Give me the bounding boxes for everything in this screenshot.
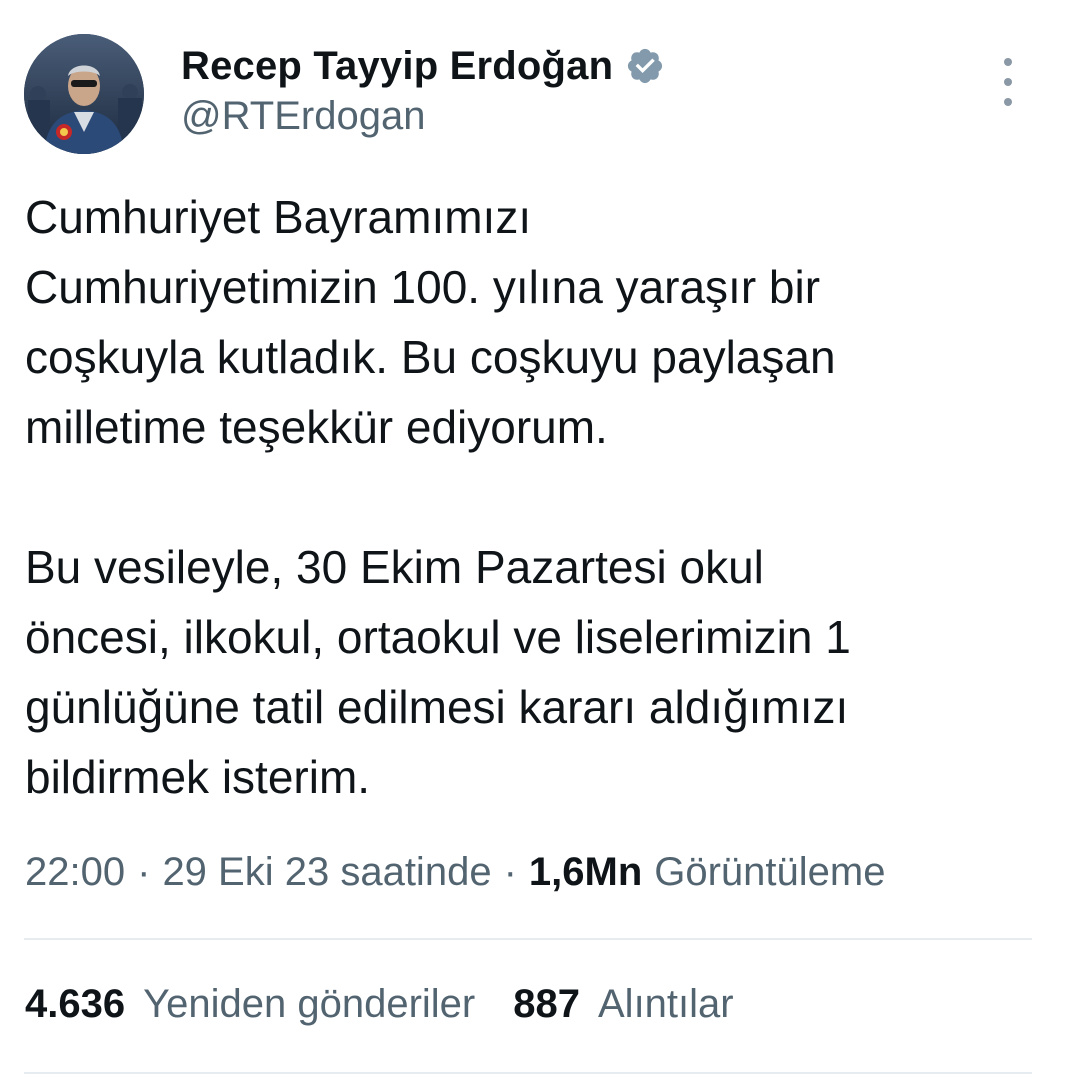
- divider: [24, 1072, 1032, 1074]
- tweet-line: Cumhuriyetimizin 100. yılına yaraşır bir: [25, 261, 821, 313]
- author-name-row: Recep Tayyip Erdoğan: [181, 38, 665, 94]
- tweet-time[interactable]: 22:00: [25, 850, 125, 895]
- views-label[interactable]: Görüntüleme: [654, 850, 885, 895]
- more-dot: [1004, 78, 1012, 86]
- quotes-label[interactable]: Alıntılar: [598, 982, 734, 1027]
- avatar[interactable]: [24, 34, 144, 154]
- views-count[interactable]: 1,6Mn: [529, 850, 642, 895]
- divider: [24, 938, 1032, 940]
- tweet-line: bildirmek isterim.: [25, 751, 371, 803]
- meta-separator: ·: [137, 850, 151, 894]
- meta-separator: ·: [503, 850, 517, 894]
- tweet-line: öncesi, ilkokul, ortaokul ve liselerimiz…: [25, 611, 851, 663]
- tweet-line: milletime teşekkür ediyorum.: [25, 401, 608, 453]
- tweet-text: Cumhuriyet Bayramımızı Cumhuriyetimizin …: [25, 182, 1045, 812]
- verified-badge-icon[interactable]: [625, 46, 665, 86]
- more-options-icon[interactable]: [990, 58, 1026, 106]
- retweets-label[interactable]: Yeniden gönderiler: [143, 982, 475, 1027]
- tweet-line: Bu vesileyle, 30 Ekim Pazartesi okul: [25, 541, 764, 593]
- more-dot: [1004, 98, 1012, 106]
- author-display-name[interactable]: Recep Tayyip Erdoğan: [181, 44, 613, 89]
- tweet-line: Cumhuriyet Bayramımızı: [25, 191, 532, 243]
- tweet-stats: 4.636 Yeniden gönderiler 887 Alıntılar: [25, 982, 772, 1027]
- tweet-line: coşkuyla kutladık. Bu coşkuyu paylaşan: [25, 331, 836, 383]
- more-dot: [1004, 58, 1012, 66]
- quotes-count[interactable]: 887: [513, 982, 580, 1027]
- avatar-photo: [24, 34, 144, 154]
- tweet-date[interactable]: 29 Eki 23 saatinde: [162, 850, 491, 895]
- tweet-line: günlüğüne tatil edilmesi kararı aldığımı…: [25, 681, 849, 733]
- author-handle[interactable]: @RTErdogan: [181, 94, 425, 139]
- tweet-meta: 22:00 · 29 Eki 23 saatinde · 1,6Mn Görün…: [25, 850, 885, 895]
- retweets-count[interactable]: 4.636: [25, 982, 125, 1027]
